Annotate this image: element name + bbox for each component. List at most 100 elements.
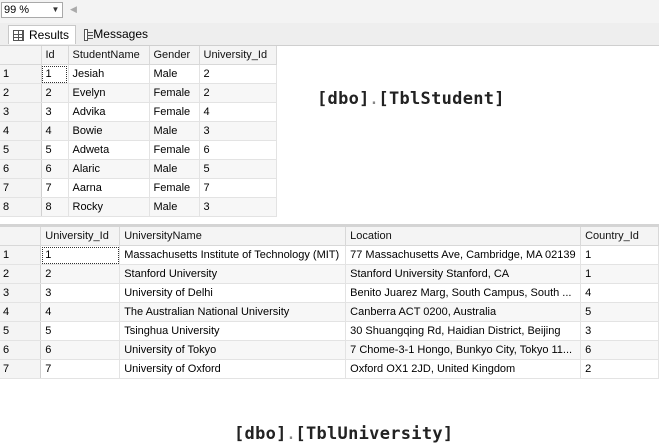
table-cell[interactable]: Stanford University Stanford, CA [345, 264, 582, 284]
table-row[interactable]: 5 5 Adweta Female 6 [0, 140, 277, 160]
column-header[interactable]: StudentName [68, 46, 150, 65]
table-row[interactable]: 4 4 Bowie Male 3 [0, 121, 277, 141]
table-row[interactable]: 1 1 Massachusetts Institute of Technology … [0, 245, 659, 265]
row-number[interactable]: 4 [0, 302, 42, 322]
row-number[interactable]: 1 [0, 64, 42, 84]
table-row[interactable]: 1 1 Jesiah Male 2 [0, 64, 277, 84]
zoom-dropdown[interactable]: 99 % ▼ [1, 2, 63, 18]
row-number[interactable]: 2 [0, 264, 42, 284]
table-cell[interactable]: 7 [41, 178, 69, 198]
table-row[interactable]: 7 7 University of Oxford Oxford OX1 2JD, U… [0, 359, 659, 379]
row-number[interactable]: 7 [0, 178, 42, 198]
table-cell[interactable]: 3 [199, 197, 277, 217]
column-header[interactable]: Location [345, 227, 582, 246]
table-row[interactable]: 2 2 Evelyn Female 2 [0, 83, 277, 103]
table-cell[interactable]: 5 [41, 140, 69, 160]
table-cell[interactable]: Rocky [68, 197, 150, 217]
table-cell[interactable]: Benito Juarez Marg, South Campus, South … [345, 283, 582, 303]
table-cell[interactable]: 77 Massachusetts Ave, Cambridge, MA 0213… [345, 245, 582, 265]
table-cell[interactable]: Oxford OX1 2JD, United Kingdom [345, 359, 582, 379]
table-cell[interactable]: University of Delhi [119, 283, 347, 303]
table-cell[interactable]: 3 [199, 121, 277, 141]
corner-cell[interactable] [0, 227, 42, 246]
university-results-pane[interactable]: University_Id UniversityName Location Co… [0, 227, 659, 444]
row-number[interactable]: 3 [0, 102, 42, 122]
table-row[interactable]: 4 4 The Australian National University Canb… [0, 302, 659, 322]
table-cell[interactable]: 7 [199, 178, 277, 198]
row-number[interactable]: 7 [0, 359, 42, 379]
table-cell[interactable]: University of Oxford [119, 359, 347, 379]
table-cell[interactable]: Female [149, 140, 200, 160]
column-header[interactable]: Id [41, 46, 69, 65]
table-cell[interactable]: 5 [199, 159, 277, 179]
row-number[interactable]: 4 [0, 121, 42, 141]
scroll-left-icon[interactable]: ◀ [70, 4, 77, 15]
table-cell[interactable]: The Australian National University [119, 302, 347, 322]
row-number[interactable]: 6 [0, 340, 42, 360]
table-cell[interactable]: Massachusetts Institute of Technology (M… [119, 245, 347, 265]
row-number[interactable]: 8 [0, 197, 42, 217]
table-cell[interactable]: Adweta [68, 140, 150, 160]
table-cell[interactable]: 4 [40, 302, 121, 322]
table-cell[interactable]: 6 [580, 340, 659, 360]
row-number[interactable]: 6 [0, 159, 42, 179]
table-cell[interactable]: 6 [40, 340, 121, 360]
table-cell[interactable]: 6 [41, 159, 69, 179]
table-cell[interactable]: Male [149, 159, 200, 179]
corner-cell[interactable] [0, 46, 42, 65]
table-cell[interactable]: 7 Chome-3-1 Hongo, Bunkyo City, Tokyo 11… [345, 340, 582, 360]
table-cell[interactable]: University of Tokyo [119, 340, 347, 360]
table-cell[interactable]: Male [149, 121, 200, 141]
table-cell[interactable]: 5 [40, 321, 121, 341]
table-cell[interactable]: 3 [580, 321, 659, 341]
row-number[interactable]: 1 [0, 245, 42, 265]
table-cell[interactable]: 2 [199, 64, 277, 84]
row-number[interactable]: 3 [0, 283, 42, 303]
table-cell[interactable]: 1 [41, 64, 69, 84]
column-header[interactable]: University_Id [199, 46, 277, 65]
table-cell[interactable]: Jesiah [68, 64, 150, 84]
table-cell[interactable]: Advika [68, 102, 150, 122]
table-cell[interactable]: 5 [580, 302, 659, 322]
tab-messages[interactable]: Messages [80, 25, 154, 44]
table-cell[interactable]: 2 [40, 264, 121, 284]
student-results-pane[interactable]: Id StudentName Gender University_Id 1 1 Je… [0, 46, 659, 224]
table-cell[interactable]: 1 [580, 245, 659, 265]
row-number[interactable]: 5 [0, 140, 42, 160]
table-row[interactable]: 2 2 Stanford University Stanford Universit… [0, 264, 659, 284]
table-cell[interactable]: Stanford University [119, 264, 347, 284]
table-cell[interactable]: Male [149, 64, 200, 84]
table-cell[interactable]: Female [149, 102, 200, 122]
table-cell[interactable]: 4 [41, 121, 69, 141]
table-cell[interactable]: 7 [40, 359, 121, 379]
row-number[interactable]: 5 [0, 321, 42, 341]
table-cell[interactable]: 30 Shuangqing Rd, Haidian District, Beij… [345, 321, 582, 341]
table-cell[interactable]: 4 [199, 102, 277, 122]
table-cell[interactable]: Female [149, 83, 200, 103]
chevron-down-icon[interactable]: ▼ [49, 3, 62, 17]
column-header[interactable]: UniversityName [119, 227, 347, 246]
table-cell[interactable]: Canberra ACT 0200, Australia [345, 302, 582, 322]
table-row[interactable]: 8 8 Rocky Male 3 [0, 197, 277, 217]
table-cell[interactable]: Aarna [68, 178, 150, 198]
table-cell[interactable]: Evelyn [68, 83, 150, 103]
tab-results[interactable]: Results [8, 25, 76, 44]
row-number[interactable]: 2 [0, 83, 42, 103]
table-cell[interactable]: 2 [41, 83, 69, 103]
table-row[interactable]: 7 7 Aarna Female 7 [0, 178, 277, 198]
column-header[interactable]: University_Id [40, 227, 121, 246]
table-cell[interactable]: Female [149, 178, 200, 198]
column-header[interactable]: Gender [149, 46, 200, 65]
table-cell[interactable]: 6 [199, 140, 277, 160]
table-row[interactable]: 6 6 Alaric Male 5 [0, 159, 277, 179]
table-cell[interactable]: 3 [41, 102, 69, 122]
table-cell[interactable]: Alaric [68, 159, 150, 179]
table-cell[interactable]: 2 [199, 83, 277, 103]
table-cell[interactable]: 3 [40, 283, 121, 303]
university-grid[interactable]: University_Id UniversityName Location Co… [0, 227, 659, 379]
table-row[interactable]: 3 3 Advika Female 4 [0, 102, 277, 122]
table-cell[interactable]: Male [149, 197, 200, 217]
table-cell[interactable]: Bowie [68, 121, 150, 141]
student-grid[interactable]: Id StudentName Gender University_Id 1 1 Je… [0, 46, 277, 217]
table-row[interactable]: 5 5 Tsinghua University 30 Shuangqing Rd, H… [0, 321, 659, 341]
